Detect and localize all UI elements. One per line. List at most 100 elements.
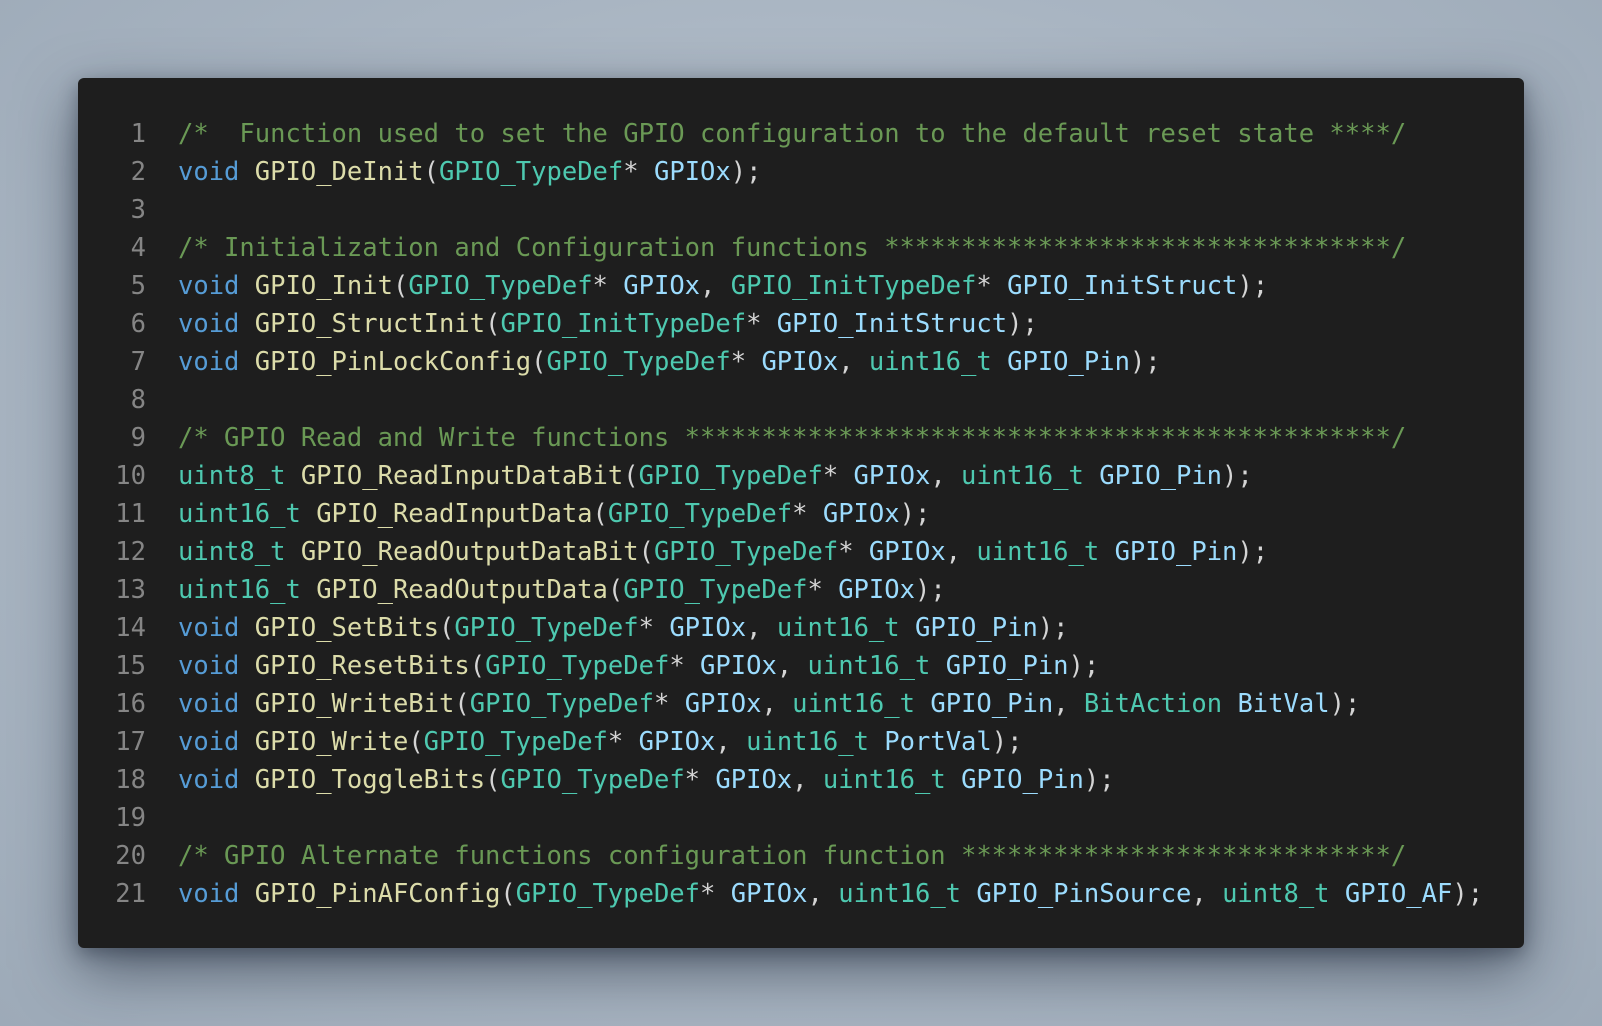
code-token-param: GPIOx [838,575,915,605]
code-token-param: GPIO_Pin [945,651,1069,681]
code-token-punct [285,537,300,567]
code-token-punct: ( [423,157,440,187]
code-token-punct: ( [607,575,624,605]
code-token-punct: ( [623,461,639,491]
code-token-punct: ); [730,157,762,187]
code-text: void GPIO_WriteBit(GPIO_TypeDef* GPIOx, … [178,685,1360,723]
code-line[interactable]: 5 void GPIO_Init(GPIO_TypeDef* GPIOx, GPI… [78,267,1524,305]
code-line[interactable]: 21 void GPIO_PinAFConfig(GPIO_TypeDef* GP… [78,875,1524,913]
code-text: void GPIO_DeInit(GPIO_TypeDef* GPIOx); [178,153,761,191]
code-token-param: GPIOx [730,879,808,909]
code-text: void GPIO_Write(GPIO_TypeDef* GPIOx, uin… [178,723,1022,761]
code-text: void GPIO_ResetBits(GPIO_TypeDef* GPIOx,… [178,647,1099,685]
code-token-param: GPIO_Pin [961,765,1084,795]
code-text: void GPIO_ToggleBits(GPIO_TypeDef* GPIOx… [178,761,1115,799]
code-token-keyword: void [178,157,240,187]
code-line[interactable]: 9 /* GPIO Read and Write functions ******… [78,419,1524,457]
code-token-punct [961,879,976,909]
line-number: 3 [130,195,146,225]
code-token-comment: /* GPIO Alternate functions configuratio… [178,841,1407,871]
code-token-type: GPIO_TypeDef [546,347,731,377]
code-token-func: GPIO_StructInit [254,309,486,339]
code-line[interactable]: 20 /* GPIO Alternate functions configurat… [78,837,1524,875]
code-token-punct [239,157,254,187]
code-token-punct [1084,461,1099,491]
code-line[interactable]: 7 void GPIO_PinLockConfig(GPIO_TypeDef* G… [78,343,1524,381]
code-line[interactable]: 12 uint8_t GPIO_ReadOutputDataBit(GPIO_Ty… [78,533,1524,571]
code-token-param: GPIOx [700,651,777,681]
code-token-param: GPIO_InitStruct [1007,271,1238,301]
code-line[interactable]: 8 [78,381,1524,419]
code-token-punct [915,689,930,719]
code-token-type: uint16_t [807,651,931,681]
code-token-punct: ( [485,309,501,339]
code-line[interactable]: 10 uint8_t GPIO_ReadInputDataBit(GPIO_Typ… [78,457,1524,495]
line-number: 7 [130,347,146,377]
code-token-type: GPIO_TypeDef [623,575,808,605]
code-token-func: GPIO_Write [254,727,409,757]
code-token-comment: /* Function used to set the GPIO configu… [178,119,1407,149]
code-token-comment: /* Initialization and Configuration func… [178,233,1407,263]
code-editor[interactable]: 1 /* Function used to set the GPIO config… [78,115,1524,913]
line-number: 21 [115,879,146,909]
code-token-func: GPIO_ReadInputDataBit [300,461,624,491]
code-window: 1 /* Function used to set the GPIO config… [78,78,1524,948]
code-token-punct: * [684,765,716,795]
code-token-punct [869,727,884,757]
line-number: 10 [115,461,146,491]
line-number: 17 [115,727,146,757]
code-line[interactable]: 16 void GPIO_WriteBit(GPIO_TypeDef* GPIOx… [78,685,1524,723]
line-number: 8 [130,385,146,415]
code-token-punct: * [607,727,639,757]
code-line[interactable]: 11 uint16_t GPIO_ReadInputData(GPIO_TypeD… [78,495,1524,533]
code-token-type: GPIO_TypeDef [607,499,793,529]
code-line[interactable]: 3 [78,191,1524,229]
code-token-punct [239,879,254,909]
code-token-punct: * [730,347,762,377]
code-token-punct [946,765,961,795]
code-token-punct: ( [469,651,486,681]
line-number: 11 [115,499,146,529]
code-token-type: uint16_t [792,689,915,719]
code-token-type: uint16_t [776,613,900,643]
code-token-param: GPIOx [638,727,716,757]
code-token-punct: , [792,765,823,795]
code-line[interactable]: 4 /* Initialization and Configuration fun… [78,229,1524,267]
code-token-punct: ( [485,765,501,795]
code-token-punct: * [807,575,839,605]
code-token-punct [992,347,1007,377]
code-token-keyword: void [178,271,240,301]
line-number: 4 [130,233,146,263]
code-line[interactable]: 19 [78,799,1524,837]
code-text: uint8_t GPIO_ReadInputDataBit(GPIO_TypeD… [178,457,1253,495]
code-token-punct: ( [408,727,424,757]
code-line[interactable]: 1 /* Function used to set the GPIO config… [78,115,1524,153]
code-token-func: GPIO_ReadOutputData [316,575,608,605]
code-text: uint16_t GPIO_ReadOutputData(GPIO_TypeDe… [178,571,946,609]
code-token-param: GPIOx [623,271,701,301]
code-token-keyword: void [178,309,240,339]
line-number: 1 [130,119,146,149]
code-token-param: GPIO_Pin [915,613,1038,643]
code-token-punct: ); [1452,879,1484,909]
code-line[interactable]: 13 uint16_t GPIO_ReadOutputData(GPIO_Type… [78,571,1524,609]
code-token-type: uint8_t [1222,879,1330,909]
code-token-punct: ); [914,575,946,605]
code-token-type: GPIO_TypeDef [485,651,670,681]
code-line[interactable]: 15 void GPIO_ResetBits(GPIO_TypeDef* GPIO… [78,647,1524,685]
code-text: void GPIO_StructInit(GPIO_InitTypeDef* G… [178,305,1038,343]
line-number: 18 [115,765,146,795]
code-token-punct [239,347,254,377]
code-token-punct [301,499,316,529]
code-line[interactable]: 2 void GPIO_DeInit(GPIO_TypeDef* GPIOx); [78,153,1524,191]
code-token-keyword: void [178,613,240,643]
code-line[interactable]: 18 void GPIO_ToggleBits(GPIO_TypeDef* GPI… [78,761,1524,799]
code-token-punct: , [715,727,747,757]
code-token-punct [239,271,254,301]
line-number: 20 [115,841,146,871]
code-line[interactable]: 14 void GPIO_SetBits(GPIO_TypeDef* GPIOx,… [78,609,1524,647]
code-line[interactable]: 17 void GPIO_Write(GPIO_TypeDef* GPIOx, u… [78,723,1524,761]
code-token-keyword: void [178,689,240,719]
code-token-punct [239,689,254,719]
code-line[interactable]: 6 void GPIO_StructInit(GPIO_InitTypeDef* … [78,305,1524,343]
